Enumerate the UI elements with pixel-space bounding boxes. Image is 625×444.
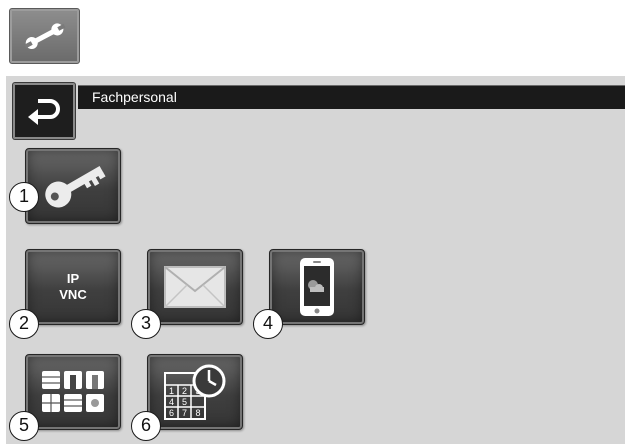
tile-ip-vnc[interactable]: IP VNC — [25, 249, 121, 325]
calendar-day: 4 — [169, 397, 174, 407]
tile-number-badge: 1 — [9, 182, 39, 212]
tile-email[interactable] — [147, 249, 243, 325]
ip-vnc-icon: IP VNC — [59, 271, 86, 303]
calendar-day: 2 — [182, 386, 187, 396]
tile-number-badge: 4 — [253, 309, 283, 339]
calendar-day: 6 — [169, 408, 174, 418]
back-button[interactable] — [13, 83, 75, 139]
vnc-label: VNC — [59, 287, 87, 302]
tile-system-modules[interactable] — [25, 354, 121, 430]
ip-label: IP — [66, 271, 80, 286]
calendar-day: 1 — [169, 386, 174, 396]
tile-number-badge: 5 — [9, 411, 39, 441]
service-tool-button[interactable] — [9, 8, 80, 64]
tile-number-badge: 6 — [131, 411, 161, 441]
smartphone-icon — [300, 258, 334, 316]
tile-schedule[interactable]: 1 4 5 6 7 8 2 3 — [147, 354, 243, 430]
wrench-icon — [24, 23, 65, 50]
back-arrow-icon — [28, 99, 60, 125]
calendar-day: 5 — [182, 397, 187, 407]
main-panel: Fachpersonal 1 IP VNC 2 3 4 5 1 4 5 6 7 … — [6, 76, 625, 444]
key-icon — [45, 166, 106, 208]
envelope-icon — [164, 266, 226, 308]
calendar-day: 8 — [195, 408, 200, 418]
module-grid-icon — [42, 371, 104, 412]
page-title: Fachpersonal — [78, 85, 625, 109]
calendar-clock-icon: 1 4 5 6 7 8 2 3 — [164, 364, 226, 420]
tile-access-key[interactable] — [25, 148, 121, 224]
calendar-day: 7 — [182, 408, 187, 418]
tile-app[interactable] — [269, 249, 365, 325]
tile-number-badge: 3 — [131, 309, 161, 339]
tile-number-badge: 2 — [9, 309, 39, 339]
